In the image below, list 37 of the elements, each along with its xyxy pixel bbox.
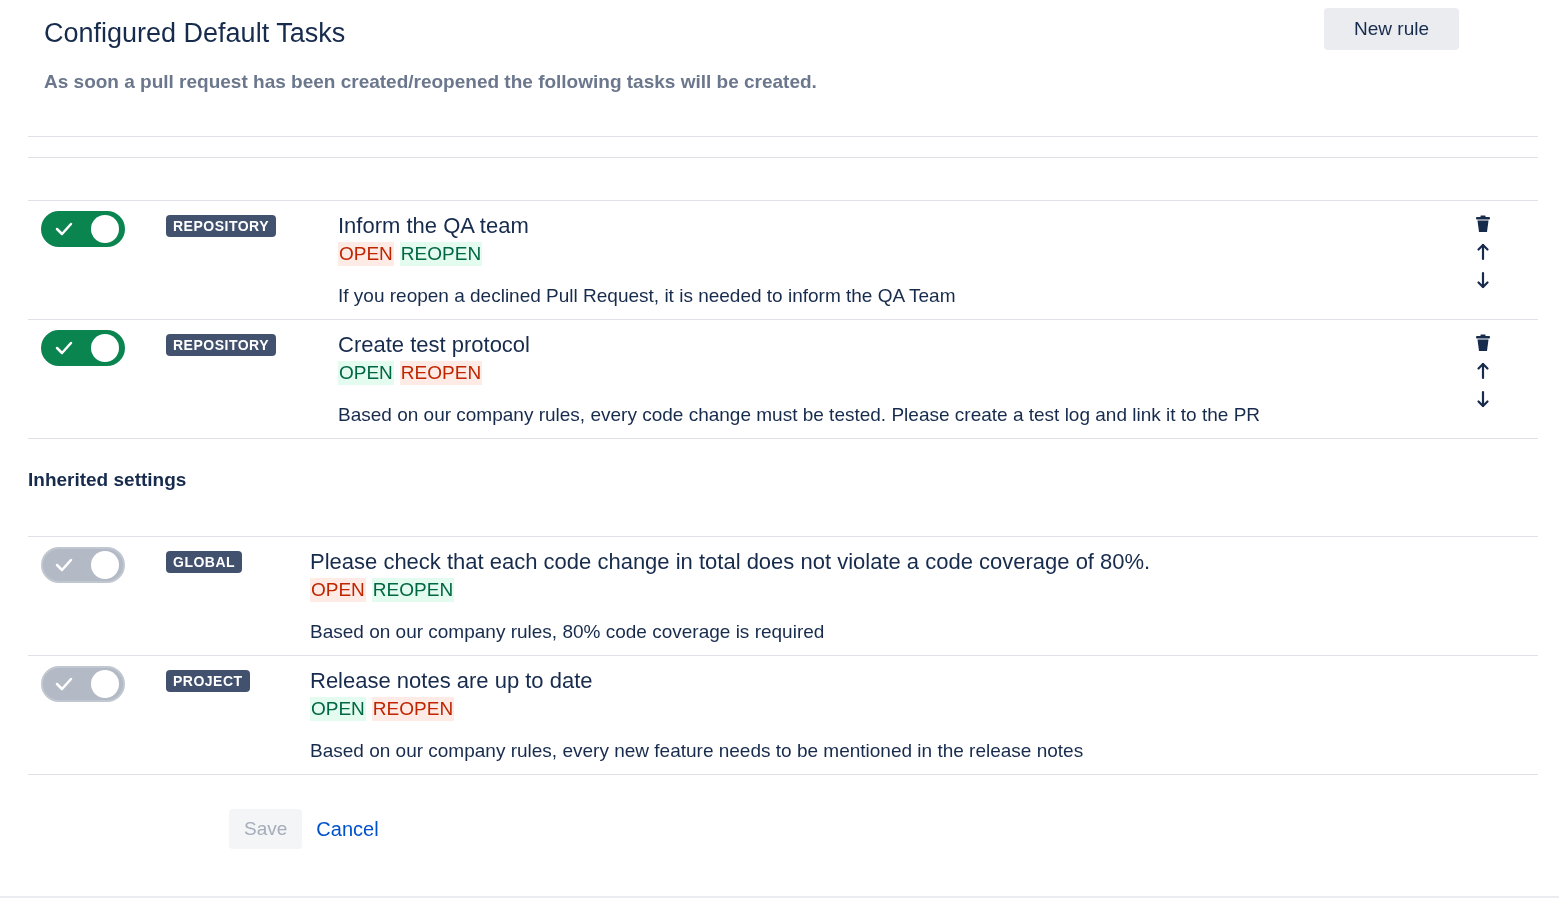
rule-description: Based on our company rules, every code change must be tested. Please create a test log and link it to the PR: [338, 404, 1262, 426]
toggle-switch[interactable]: [41, 330, 125, 366]
scope-badge: GLOBAL: [166, 551, 243, 573]
arrow-down-icon[interactable]: [1474, 271, 1492, 289]
scope-badge: REPOSITORY: [166, 334, 277, 356]
delete-icon[interactable]: [1474, 215, 1492, 233]
arrow-up-icon[interactable]: [1474, 362, 1492, 380]
cancel-link[interactable]: Cancel: [316, 817, 379, 841]
rule-title: Please check that each code change in total does not violate a code coverage of 80%.: [310, 549, 1152, 575]
check-icon: [55, 222, 73, 236]
check-icon: [55, 677, 73, 691]
toggle-switch[interactable]: [41, 211, 125, 247]
rule-title: Release notes are up to date: [310, 668, 594, 694]
page-description: As soon a pull request has been created/reopened the following tasks will be created.: [44, 71, 818, 93]
rule-description: If you reopen a declined Pull Request, it is needed to inform the QA Team: [338, 285, 957, 307]
event-tag: OPEN: [310, 578, 366, 602]
arrow-down-icon[interactable]: [1474, 390, 1492, 408]
rule-title: Create test protocol: [338, 332, 531, 358]
event-tag: OPEN: [338, 242, 394, 266]
scope-badge: PROJECT: [166, 670, 250, 692]
event-tag: REOPEN: [399, 361, 483, 385]
scope-badge: REPOSITORY: [166, 215, 277, 237]
check-icon: [55, 341, 73, 355]
event-tag: REOPEN: [371, 578, 455, 602]
new-rule-button[interactable]: New rule: [1324, 8, 1459, 50]
rule-title: Inform the QA team: [338, 213, 530, 239]
check-icon: [55, 558, 73, 572]
event-tag: OPEN: [310, 697, 366, 721]
event-tag: REOPEN: [399, 242, 483, 266]
event-tag: OPEN: [338, 361, 394, 385]
event-tag: REOPEN: [371, 697, 455, 721]
delete-icon[interactable]: [1474, 334, 1492, 352]
section-heading: Inherited settings: [28, 469, 188, 491]
rule-description: Based on our company rules, 80% code coverage is required: [310, 621, 826, 643]
arrow-up-icon[interactable]: [1474, 243, 1492, 261]
page-title: Configured Default Tasks: [44, 18, 346, 49]
rule-description: Based on our company rules, every new feature needs to be mentioned in the release notes: [310, 740, 1085, 762]
